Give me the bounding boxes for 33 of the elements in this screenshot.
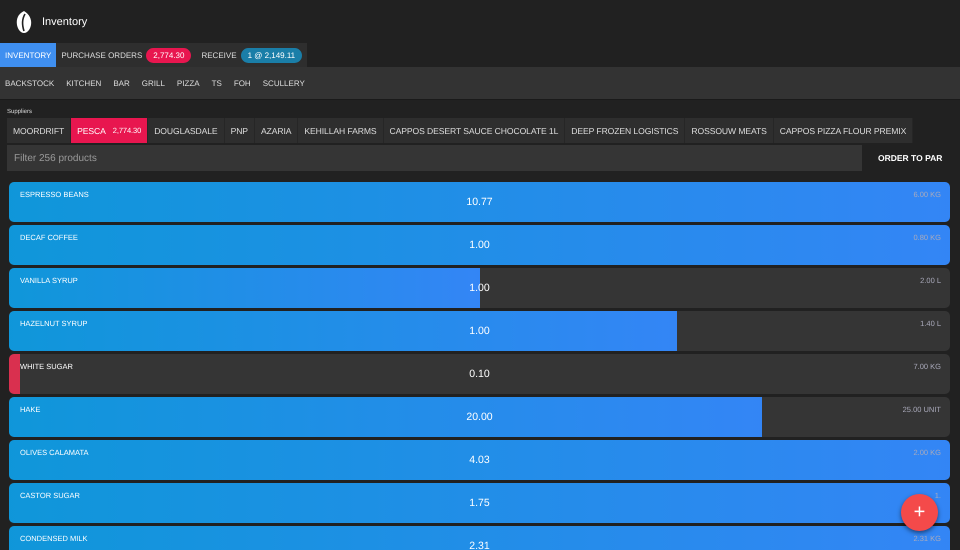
- location-tab[interactable]: TS: [212, 78, 222, 88]
- location-tab[interactable]: GRILL: [142, 78, 165, 88]
- product-quantity: 4.03: [469, 454, 490, 466]
- amount-badge: 1 @ 2,149.11: [240, 48, 302, 62]
- supplier-tab[interactable]: AZARIA: [254, 118, 298, 143]
- order-to-par-button[interactable]: ORDER TO PAR: [872, 152, 948, 164]
- supplier-tab[interactable]: CAPPOS DESERT SAUCE CHOCOLATE 1L: [384, 118, 566, 143]
- location-tab[interactable]: KITCHEN: [66, 78, 102, 88]
- supplier-tab[interactable]: KEHILLAH FARMS: [298, 118, 384, 143]
- location-tab[interactable]: FOH: [234, 78, 251, 88]
- product-quantity: 20.00: [466, 411, 493, 423]
- app-title: Inventory: [42, 16, 88, 28]
- supplier-tab[interactable]: MOORDRIFT: [7, 118, 72, 143]
- product-quantity: 0.10: [469, 368, 490, 380]
- product-quantity: 1.00: [469, 325, 490, 337]
- product-quantity: 1.00: [469, 239, 490, 251]
- filter-field[interactable]: Filter 256 products: [7, 145, 862, 171]
- supplier-tab[interactable]: DOUGLASDALE: [148, 118, 225, 143]
- location-tab[interactable]: BAR: [113, 78, 130, 88]
- supplier-tab[interactable]: ROSSOUW MEATS: [685, 118, 774, 143]
- supplier-tab[interactable]: DEEP FROZEN LOGISTICS: [565, 118, 686, 143]
- product-quantity: 1.75: [469, 497, 490, 509]
- amount-badge: 2,774.30: [146, 48, 192, 62]
- bean-logo-icon: [16, 10, 32, 32]
- product-quantity: 2.31: [469, 540, 490, 550]
- product-quantity: 10.77: [466, 196, 493, 208]
- supplier-tab[interactable]: PNP: [224, 118, 255, 143]
- location-tab[interactable]: PIZZA: [176, 78, 200, 88]
- nav-tab[interactable]: PURCHASE ORDERS 2,774.30: [56, 43, 196, 67]
- nav-tab[interactable]: RECEIVE 1 @ 2,149.11: [196, 43, 308, 67]
- location-tab[interactable]: SCULLERY: [262, 78, 305, 88]
- location-tab[interactable]: BACKSTOCK: [5, 78, 54, 88]
- supplier-tab[interactable]: CAPPOS PIZZA FLOUR PREMIX: [774, 118, 914, 143]
